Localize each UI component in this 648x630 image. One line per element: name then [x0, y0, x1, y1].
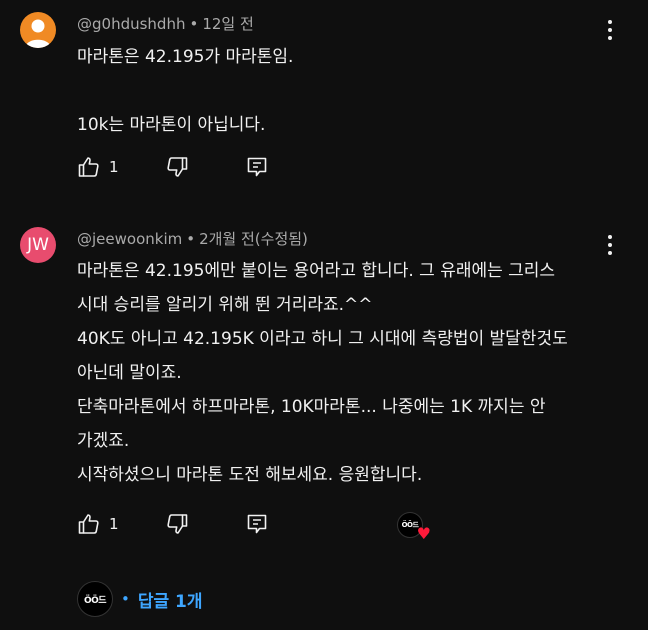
thumb-up-icon	[78, 157, 99, 177]
comment-line: 마라톤은 42.195에만 붙이는 용어라고 합니다. 그 유래에는 그리스	[77, 261, 556, 281]
heart-icon: ♥	[416, 524, 431, 543]
comment-line: 마라톤은 42.195가 마라톤임.	[77, 47, 294, 67]
reply-button[interactable]	[245, 512, 269, 536]
more-vert-icon[interactable]	[607, 235, 613, 255]
reply-icon	[247, 514, 267, 534]
like-button[interactable]: 1	[77, 155, 119, 179]
like-count: 1	[109, 158, 119, 176]
comment-line: 가겠죠.	[77, 431, 130, 451]
dislike-button[interactable]	[165, 155, 189, 179]
dislike-button[interactable]	[165, 512, 189, 536]
comment-author[interactable]: @g0hdushdhh	[77, 15, 185, 33]
creator-heart-badge: ÖÖ드 ♥	[397, 512, 431, 542]
comment-line: 10k는 마라톤이 아닙니다.	[77, 115, 266, 135]
reply-icon	[247, 157, 267, 177]
comment-line: 아닌데 말이죠.	[77, 363, 182, 383]
user-avatar[interactable]	[20, 12, 56, 48]
comment-line	[77, 74, 293, 108]
thumb-up-icon	[78, 514, 99, 534]
view-replies-label: 답글 1개	[137, 591, 203, 612]
view-replies-button[interactable]: ÖÖ드 • 답글 1개	[77, 581, 203, 617]
comment-line: 시작하셨으니 마라톤 도전 해보세요. 응원합니다.	[77, 465, 423, 485]
avatar-initials: JW	[27, 235, 49, 255]
user-avatar[interactable]: JW	[20, 227, 56, 263]
more-vert-icon[interactable]	[607, 20, 613, 40]
comment-line: 40K도 아니고 42.195K 이라고 하니 그 시대에 측량법이 발달한것도	[77, 329, 568, 349]
thumb-down-icon	[167, 514, 188, 534]
comment-meta: @g0hdushdhh • 12일 전	[77, 15, 254, 33]
person-icon	[25, 19, 51, 48]
comment-line: 시대 승리를 알리기 위해 뛴 거리라죠.^^	[77, 295, 373, 315]
comment-line: 단축마라톤에서 하프마라톤, 10K마라톤... 나중에는 1K 까지는 안	[77, 397, 546, 417]
thumb-down-icon	[167, 157, 188, 177]
like-count: 1	[109, 515, 119, 533]
reply-button[interactable]	[245, 155, 269, 179]
comment-meta: @jeewoonkim • 2개월 전(수정됨)	[77, 230, 308, 248]
comment-text: 마라톤은 42.195에만 붙이는 용어라고 합니다. 그 유래에는 그리스 시…	[77, 254, 568, 492]
like-button[interactable]: 1	[77, 512, 119, 536]
comment-time[interactable]: 12일 전	[202, 15, 253, 33]
comment-text: 마라톤은 42.195가 마라톤임. 10k는 마라톤이 아닙니다.	[77, 40, 293, 142]
comment-author[interactable]: @jeewoonkim	[77, 230, 182, 248]
creator-avatar: ÖÖ드	[77, 581, 113, 617]
comment-time[interactable]: 2개월 전(수정됨)	[199, 230, 308, 248]
